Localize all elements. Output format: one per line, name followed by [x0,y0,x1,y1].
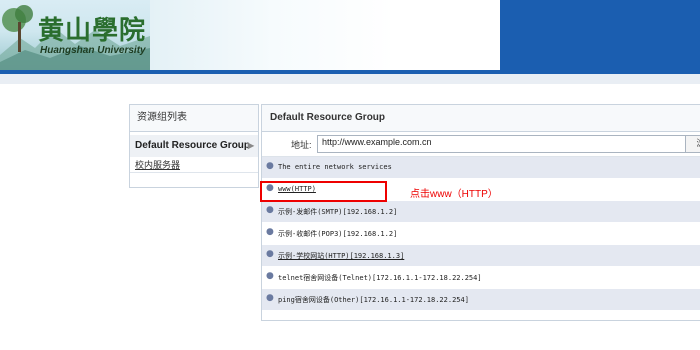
header-subbar [0,74,700,84]
sidebar-divider [130,172,258,173]
bullet-icon: ● [266,293,274,303]
resource-link-school-site[interactable]: 示例-学校网站(HTTP)[192.168.1.3] [278,252,404,260]
highlight-box [260,181,387,202]
logo-chinese: 黄山學院 [38,16,147,46]
sidebar-item-default-group[interactable]: Default Resource Group ▶ [130,135,258,157]
resource-label: The entire network services [278,163,392,171]
sidebar-item-campus-servers[interactable]: 校内服务器 [130,157,258,173]
resource-row[interactable]: ● 示例-学校网站(HTTP)[192.168.1.3] [262,245,700,267]
bullet-icon: ● [266,205,274,215]
bullet-icon: ● [266,271,274,281]
resource-panel: Default Resource Group 地址: http://www.ex… [261,104,700,321]
resource-row[interactable]: ● 示例-发邮件(SMTP)[192.168.1.2] [262,201,700,223]
chevron-right-icon: ▶ [247,141,254,150]
banner-blue-block [500,0,700,70]
resource-group-list: 资源组列表 Default Resource Group ▶ 校内服务器 [129,104,259,188]
logo-english: Huangshan University [40,45,146,56]
annotation-text: 点击www（HTTP） [410,189,498,200]
resource-label[interactable]: 示例-收邮件(POP3)[192.168.1.2] [278,229,397,239]
sidebar-title: 资源组列表 [130,105,258,132]
address-input[interactable]: http://www.example.com.cn [317,135,687,153]
banner-fade [150,0,500,70]
resource-label[interactable]: ping宿舍网设备(Other)[172.16.1.1-172.18.22.25… [278,295,469,305]
bullet-icon: ● [266,227,274,237]
resource-label[interactable]: telnet宿舍网设备(Telnet)[172.16.1.1-172.18.22… [278,273,482,283]
panel-title: Default Resource Group [262,105,700,132]
header-banner: 黄山學院 Huangshan University [0,0,700,70]
resource-row[interactable]: ● telnet宿舍网设备(Telnet)[172.16.1.1-172.18.… [262,267,700,289]
address-label: 地址: [291,140,312,150]
address-bar: 地址: http://www.example.com.cn 浏 [262,132,700,157]
sidebar-item-label: Default Resource Group [135,140,251,151]
resource-label[interactable]: 示例-发邮件(SMTP)[192.168.1.2] [278,207,397,217]
browse-button[interactable]: 浏 [685,135,700,153]
bullet-icon: ● [266,249,274,259]
bullet-icon: ● [266,161,274,171]
resource-row: ● The entire network services [262,157,700,179]
banner-artwork: 黄山學院 Huangshan University [0,0,150,70]
resource-row[interactable]: ● ping宿舍网设备(Other)[172.16.1.1-172.18.22.… [262,289,700,311]
resource-row[interactable]: ● 示例-收邮件(POP3)[192.168.1.2] [262,223,700,245]
